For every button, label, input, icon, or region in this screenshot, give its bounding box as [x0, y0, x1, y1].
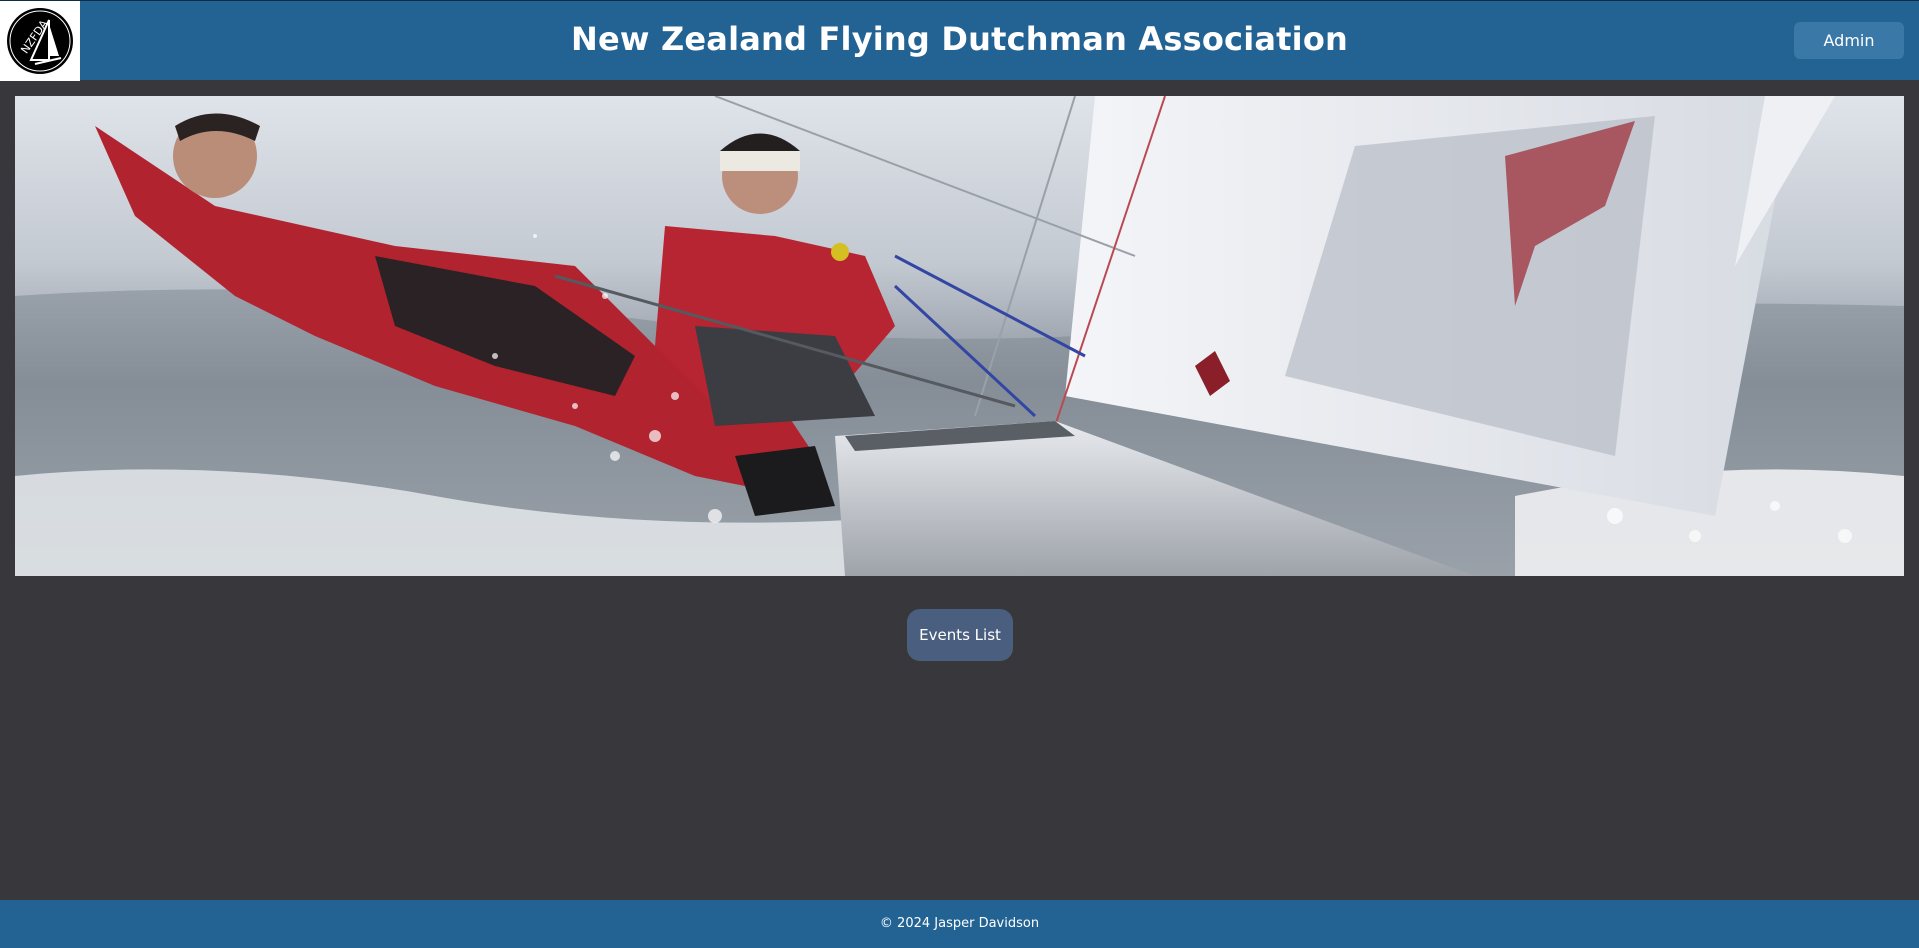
site-header: NZFDA New Zealand Flying Dutchman Associ… — [0, 0, 1919, 81]
copyright-text: © 2024 Jasper Davidson — [879, 916, 1040, 931]
sailing-photo — [15, 96, 1904, 576]
admin-button[interactable]: Admin — [1794, 22, 1904, 59]
hero-image — [15, 96, 1904, 576]
page-title: New Zealand Flying Dutchman Association — [570, 20, 1349, 58]
events-list-button[interactable]: Events List — [907, 609, 1013, 661]
site-footer: © 2024 Jasper Davidson — [0, 900, 1919, 948]
